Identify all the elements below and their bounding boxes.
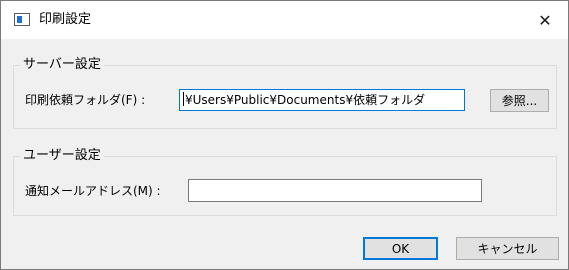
notify-email-input[interactable] [188,179,482,202]
window-title: 印刷設定 [39,12,92,27]
close-button[interactable]: ✕ [522,1,568,39]
title-bar[interactable]: 印刷設定 ✕ [1,1,568,39]
window-app-icon [14,13,30,26]
server-settings-legend: サーバー設定 [20,57,104,73]
text-caret [183,92,184,106]
print-folder-value: ¥Users¥Public¥Documents¥依頼フォルダ [185,93,426,107]
print-folder-input[interactable]: ¥Users¥Public¥Documents¥依頼フォルダ [179,89,465,111]
browse-button[interactable]: 参照... [490,89,549,112]
cancel-button[interactable]: キャンセル [456,237,559,260]
print-folder-label: 印刷依頼フォルダ(F) : [25,93,146,107]
notify-email-label: 通知メールアドレス(M) : [25,184,161,198]
print-settings-dialog: 印刷設定 ✕ サーバー設定 印刷依頼フォルダ(F) : ¥Users¥Publi… [0,0,569,270]
close-icon: ✕ [538,10,552,30]
ok-button[interactable]: OK [363,237,438,260]
user-settings-legend: ユーザー設定 [20,148,104,164]
